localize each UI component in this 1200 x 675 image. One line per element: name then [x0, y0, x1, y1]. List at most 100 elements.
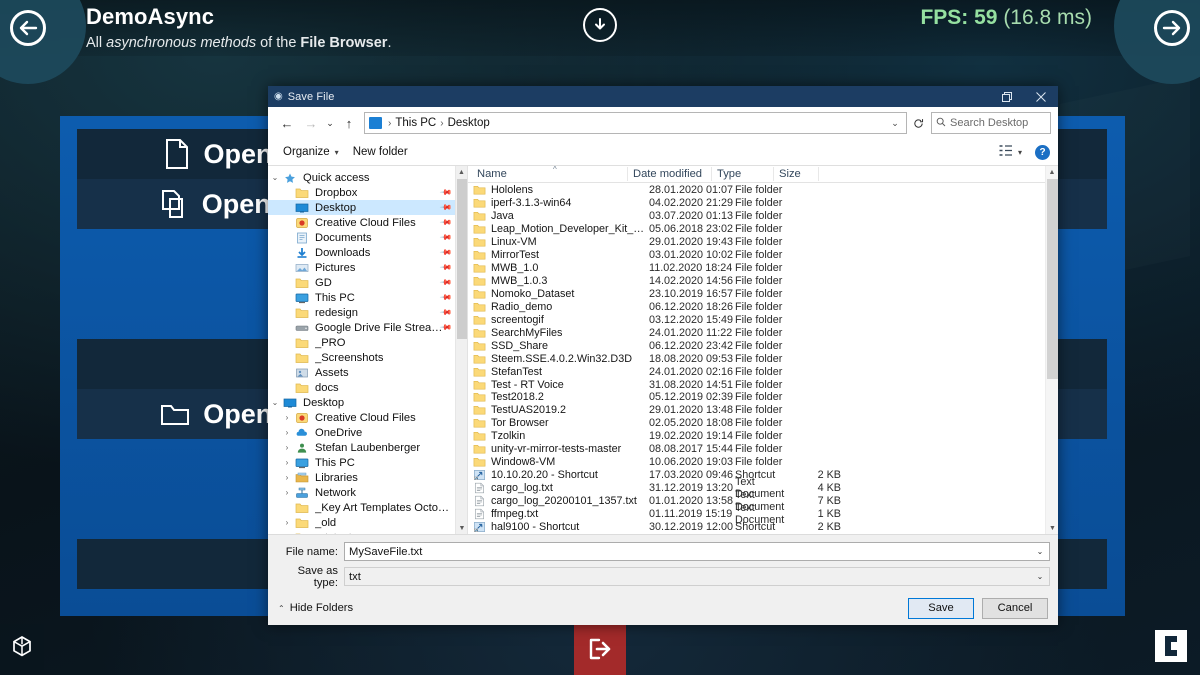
file-row[interactable]: Test2018.205.12.2019 02:39File folder [468, 391, 1058, 404]
pin-icon[interactable]: 📌 [439, 231, 452, 244]
file-row[interactable]: iperf-3.1.3-win6404.02.2020 21:29File fo… [468, 197, 1058, 210]
chevron-right-icon[interactable]: › [280, 413, 294, 422]
file-row[interactable]: Leap_Motion_Developer_Kit_4.0.0+5217305.… [468, 223, 1058, 236]
column-header-size[interactable]: Size [774, 167, 819, 181]
nav-item-key-art-templates-october-2019[interactable]: _Key Art Templates October 2019 [268, 500, 467, 515]
pin-icon[interactable]: 📌 [439, 246, 452, 259]
chevron-down-icon[interactable]: ⌄ [268, 173, 282, 182]
file-row[interactable]: Radio_demo06.12.2020 18:26File folder [468, 300, 1058, 313]
file-row[interactable]: Linux-VM29.01.2020 19:43File folder [468, 236, 1058, 249]
restore-window-button[interactable] [990, 86, 1024, 107]
change-view-button[interactable]: ▾ [993, 142, 1028, 162]
file-row[interactable]: Window8-VM10.06.2020 19:03File folder [468, 456, 1058, 469]
nav-item-stefan-laubenberger[interactable]: ›Stefan Laubenberger [268, 440, 467, 455]
file-row[interactable]: MWB_1.011.02.2020 18:24File folder [468, 262, 1058, 275]
pin-icon[interactable]: 📌 [439, 306, 452, 319]
search-input[interactable]: Search Desktop [931, 112, 1051, 134]
file-row[interactable]: hal9100 - Shortcut30.12.2019 12:00Shortc… [468, 520, 1058, 533]
file-list-scrollbar[interactable]: ▲ ▼ [1045, 166, 1058, 534]
nav-item-google-drive-file-stream-g[interactable]: Google Drive File Stream (G:)📌 [268, 320, 467, 335]
file-row[interactable]: screentogif03.12.2020 15:49File folder [468, 313, 1058, 326]
file-name-field[interactable]: MySaveFile.txt ⌄ [344, 542, 1050, 561]
organize-button[interactable]: Organize ▾ [276, 143, 346, 161]
pin-icon[interactable]: 📌 [439, 201, 452, 214]
chevron-right-icon[interactable]: › [280, 518, 294, 527]
nav-item-onedrive[interactable]: ›OneDrive [268, 425, 467, 440]
nav-item-this-pc[interactable]: ›This PC [268, 455, 467, 470]
pin-icon[interactable]: 📌 [439, 261, 452, 274]
scroll-down-arrow[interactable]: ▼ [456, 522, 468, 534]
nav-item-pictures[interactable]: Pictures📌 [268, 260, 467, 275]
file-row[interactable]: Tor Browser02.05.2020 18:08File folder [468, 417, 1058, 430]
new-folder-button[interactable]: New folder [346, 143, 415, 161]
nav-group-desktop[interactable]: ⌄Desktop [268, 395, 467, 410]
save-button[interactable]: Save [908, 598, 974, 619]
file-row[interactable]: Tzolkin19.02.2020 19:14File folder [468, 430, 1058, 443]
nav-item-documents[interactable]: Documents📌 [268, 230, 467, 245]
file-row[interactable]: SearchMyFiles24.01.2020 11:22File folder [468, 326, 1058, 339]
breadcrumb-item-this-pc[interactable]: This PC [393, 117, 438, 129]
nav-item-docs[interactable]: docs [268, 380, 467, 395]
scroll-up-arrow[interactable]: ▲ [1046, 166, 1058, 178]
help-button[interactable]: ? [1035, 145, 1050, 160]
nav-item-desktop[interactable]: Desktop📌 [268, 200, 467, 215]
scroll-up-arrow[interactable]: ▲ [456, 166, 467, 178]
breadcrumb-item-desktop[interactable]: Desktop [446, 117, 492, 129]
scrollbar-thumb[interactable] [457, 179, 467, 339]
chevron-down-icon[interactable]: ⌄ [886, 118, 904, 129]
file-row[interactable]: Hololens28.01.2020 01:07File folder [468, 184, 1058, 197]
refresh-button[interactable] [907, 112, 929, 134]
nav-item-old[interactable]: ›_old [268, 515, 467, 530]
nav-item-this-pc[interactable]: This PC📌 [268, 290, 467, 305]
column-header-type[interactable]: Type [712, 167, 774, 181]
dialog-titlebar[interactable]: ◉ Save File [268, 86, 1058, 107]
forward-button[interactable] [1154, 10, 1190, 46]
crosstales-logo-button[interactable] [1147, 622, 1195, 670]
file-row[interactable]: Test - RT Voice31.08.2020 14:51File fold… [468, 378, 1058, 391]
nav-item-assets[interactable]: Assets [268, 365, 467, 380]
column-header-name[interactable]: Name [472, 167, 628, 181]
chevron-right-icon[interactable]: › [280, 473, 294, 482]
file-row[interactable]: MirrorTest03.01.2020 10:02File folder [468, 249, 1058, 262]
nav-item-network[interactable]: ›Network [268, 485, 467, 500]
nav-item-pro[interactable]: _PRO [268, 335, 467, 350]
nav-item-creative-cloud-files[interactable]: ›Creative Cloud Files [268, 410, 467, 425]
navigation-scrollbar[interactable]: ▲ ▼ [455, 166, 467, 534]
scroll-down-arrow[interactable]: ▼ [1046, 522, 1059, 534]
nav-back-button[interactable]: ← [275, 111, 299, 135]
file-row[interactable]: MWB_1.0.314.02.2020 14:56File folder [468, 275, 1058, 288]
nav-item-downloads[interactable]: Downloads📌 [268, 245, 467, 260]
chevron-right-icon[interactable]: › [280, 443, 294, 452]
pin-icon[interactable]: 📌 [439, 186, 452, 199]
save-as-type-select[interactable]: txt ⌄ [344, 567, 1050, 586]
file-row[interactable]: Java03.07.2020 01:13File folder [468, 210, 1058, 223]
quit-button[interactable] [574, 623, 626, 675]
download-button[interactable] [583, 8, 617, 42]
nav-item-creative-cloud-files[interactable]: Creative Cloud Files📌 [268, 215, 467, 230]
nav-item-screenshots[interactable]: _Screenshots [268, 350, 467, 365]
file-row[interactable]: StefanTest24.01.2020 02:16File folder [468, 365, 1058, 378]
file-row[interactable]: hal9200 - Shortcut13.03.2020 14:37Shortc… [468, 533, 1058, 534]
chevron-right-icon[interactable]: › [280, 488, 294, 497]
scrollbar-thumb[interactable] [1047, 179, 1058, 379]
back-button[interactable] [10, 10, 46, 46]
chevron-down-icon[interactable]: ⌄ [1033, 547, 1047, 556]
chevron-right-icon[interactable]: › [280, 428, 294, 437]
file-list[interactable]: Hololens28.01.2020 01:07File folderiperf… [468, 183, 1058, 534]
file-row[interactable]: unity-vr-mirror-tests-master08.08.2017 1… [468, 443, 1058, 456]
file-row[interactable]: SSD_Share06.12.2020 23:42File folder [468, 339, 1058, 352]
cancel-button[interactable]: Cancel [982, 598, 1048, 619]
navigation-pane[interactable]: ⌄Quick accessDropbox📌Desktop📌Creative Cl… [268, 166, 468, 534]
file-row[interactable]: Steem.SSE.4.0.2.Win32.D3D18.08.2020 09:5… [468, 352, 1058, 365]
pin-icon[interactable]: 📌 [439, 216, 452, 229]
chevron-down-icon[interactable]: ⌄ [268, 398, 282, 407]
nav-group-quick-access[interactable]: ⌄Quick access [268, 170, 467, 185]
unity-logo-button[interactable] [0, 624, 44, 670]
pin-icon[interactable]: 📌 [439, 276, 452, 289]
close-window-button[interactable] [1024, 86, 1058, 107]
file-row[interactable]: ffmpeg.txt01.11.2019 15:19Text Document1… [468, 507, 1058, 520]
nav-item-dropbox[interactable]: Dropbox📌 [268, 185, 467, 200]
column-header-date[interactable]: Date modified [628, 167, 712, 181]
nav-item-libraries[interactable]: ›Libraries [268, 470, 467, 485]
file-row[interactable]: TestUAS2019.229.01.2020 13:48File folder [468, 404, 1058, 417]
